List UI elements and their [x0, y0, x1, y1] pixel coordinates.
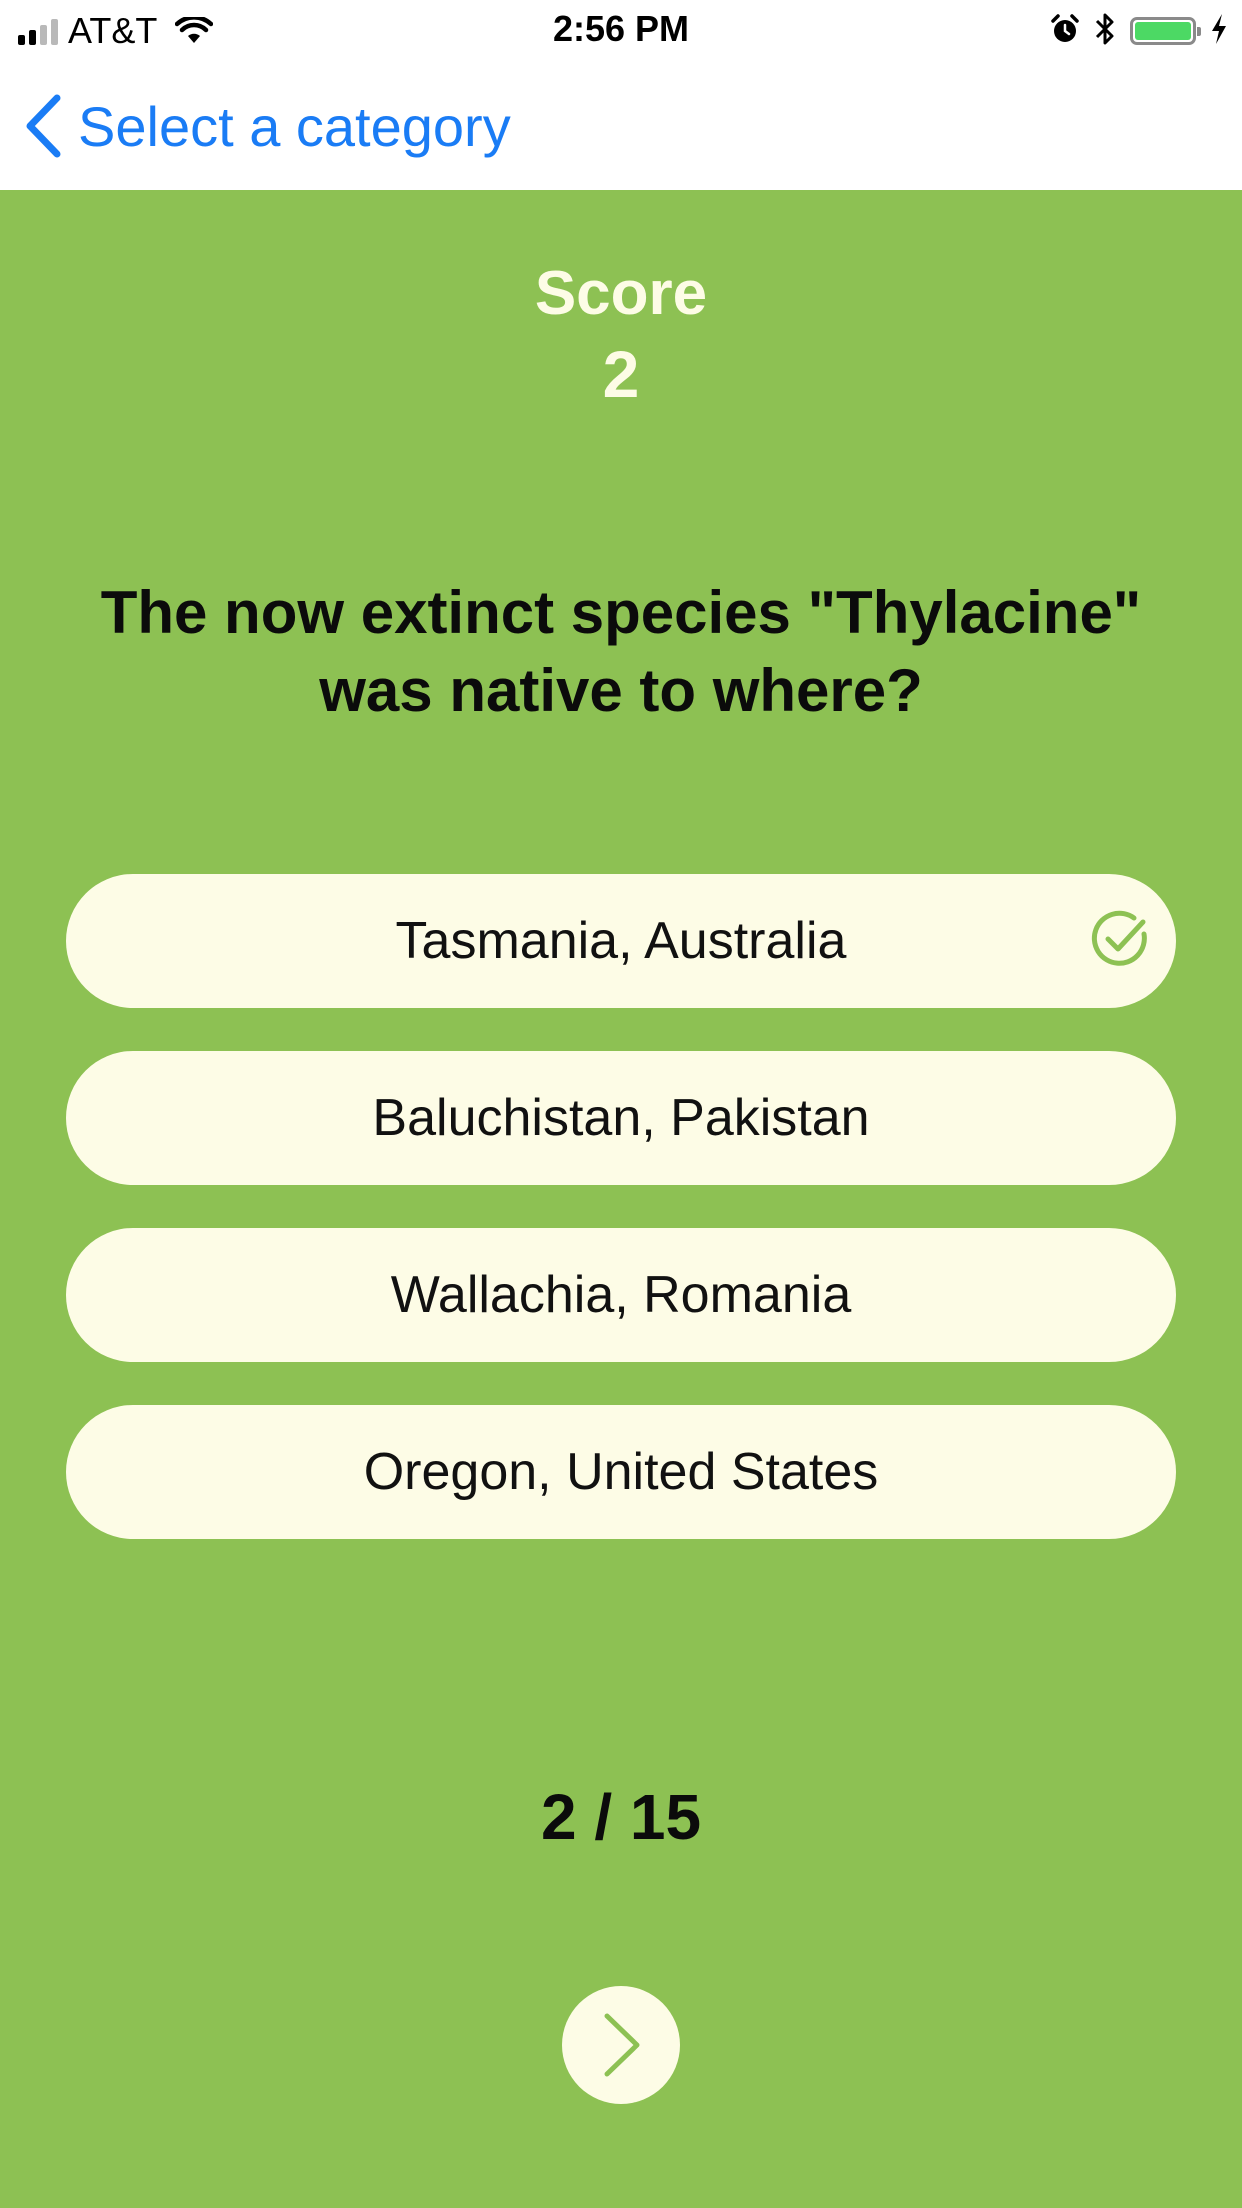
status-right: [1050, 10, 1228, 52]
answer-label: Baluchistan, Pakistan: [372, 1089, 870, 1147]
alarm-icon: [1050, 13, 1080, 50]
answer-label: Tasmania, Australia: [395, 912, 847, 970]
question-progress: 2 / 15: [540, 1781, 702, 1853]
answer-option[interactable]: Wallachia, Romania: [66, 1228, 1176, 1362]
answer-option[interactable]: Baluchistan, Pakistan: [66, 1051, 1176, 1185]
answer-option[interactable]: Oregon, United States: [66, 1405, 1176, 1539]
chevron-right-icon: [604, 2013, 640, 2077]
answer-option[interactable]: Tasmania, Australia: [66, 874, 1176, 1008]
charging-icon: [1210, 13, 1228, 50]
score-label: Score: [534, 259, 708, 328]
back-button[interactable]: Select a category: [24, 90, 511, 162]
check-circle-icon: [1088, 906, 1154, 985]
question-text: The now extinct species "Thylacine" was …: [100, 579, 1142, 724]
quiz-screen: Score 2 The now extinct species "Thylaci…: [0, 190, 1242, 2208]
navigation-bar: Select a category: [0, 62, 1242, 190]
status-bar: AT&T 2:56 PM: [0, 0, 1242, 62]
answer-label: Wallachia, Romania: [390, 1266, 852, 1324]
next-question-button[interactable]: [562, 1986, 680, 2104]
battery-icon: [1130, 17, 1201, 45]
answer-label: Oregon, United States: [363, 1443, 879, 1501]
chevron-left-icon: [26, 94, 61, 158]
back-label: Select a category: [78, 94, 511, 158]
bluetooth-icon: [1094, 12, 1116, 51]
score-value: 2: [602, 337, 640, 411]
